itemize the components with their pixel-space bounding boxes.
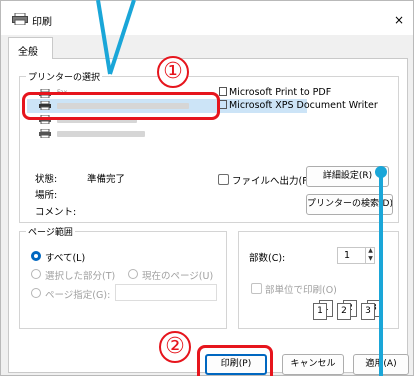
step-2-marker: ② — [159, 331, 191, 363]
title-bar: 印刷 × — [1, 1, 413, 35]
print-to-file-checkbox[interactable] — [218, 174, 229, 185]
all-pages-radio[interactable] — [31, 251, 41, 261]
print-dialog: 印刷 × 全般 プリンターの選択 Fax Microsoft Print to … — [0, 0, 414, 376]
step-1-highlight — [22, 92, 220, 120]
selection-label[interactable]: 選択した部分(T) — [45, 268, 115, 282]
page-range-radio[interactable] — [31, 288, 41, 298]
collate-label[interactable]: 部単位で印刷(O) — [265, 282, 337, 296]
comment-label: コメント: — [35, 207, 77, 218]
close-button[interactable]: × — [392, 13, 406, 27]
printer-icon — [39, 129, 51, 138]
copies-label: 部数(C): — [249, 253, 286, 264]
callout-pointer — [96, 0, 136, 75]
status-value: 準備完了 — [87, 174, 126, 185]
current-page-radio[interactable] — [128, 269, 138, 279]
copies-spinner[interactable]: ▲ ▼ — [365, 247, 375, 264]
redacted-printer-name — [57, 131, 145, 137]
current-page-label[interactable]: 現在のページ(U) — [142, 268, 213, 282]
printer-name: Microsoft Print to PDF — [229, 87, 332, 98]
print-to-file-label[interactable]: ファイルへ出力(F) — [232, 173, 311, 187]
spin-down-icon[interactable]: ▼ — [366, 255, 375, 263]
cancel-button[interactable]: キャンセル — [282, 354, 344, 375]
window-title: 印刷 — [32, 17, 52, 28]
collate-set-1: 1 1 — [313, 300, 337, 320]
location-label: 場所: — [35, 190, 58, 201]
selection-radio[interactable] — [31, 269, 41, 279]
page-sheet: 1 — [313, 303, 327, 320]
page-range-label: ページ範囲 — [26, 225, 75, 238]
preferences-callout-line — [379, 176, 383, 376]
page-sheet: 2 — [337, 303, 351, 320]
collate-checkbox[interactable] — [251, 283, 262, 294]
spin-up-icon[interactable]: ▲ — [366, 247, 375, 255]
tab-general[interactable]: 全般 — [8, 37, 53, 59]
page-sheet: 3 — [361, 303, 375, 320]
step-1-marker: ① — [157, 56, 189, 88]
pdf-printer-icon — [219, 87, 227, 96]
page-range-field-label[interactable]: ページ指定(G): — [45, 287, 110, 301]
printer-item-xps[interactable]: Microsoft XPS Document Writer — [219, 100, 378, 111]
printer-item-redacted-3[interactable] — [27, 127, 307, 141]
printer-name: Microsoft XPS Document Writer — [229, 100, 378, 111]
printer-icon — [12, 13, 28, 25]
step-2-highlight — [197, 345, 273, 376]
all-pages-label[interactable]: すべて(L) — [45, 250, 85, 264]
collate-set-2: 2 2 — [337, 300, 361, 320]
page-range-input[interactable] — [115, 284, 217, 301]
printer-item-pdf[interactable]: Microsoft Print to PDF — [219, 87, 331, 98]
xps-printer-icon — [219, 100, 227, 109]
status-label: 状態: — [35, 174, 58, 185]
